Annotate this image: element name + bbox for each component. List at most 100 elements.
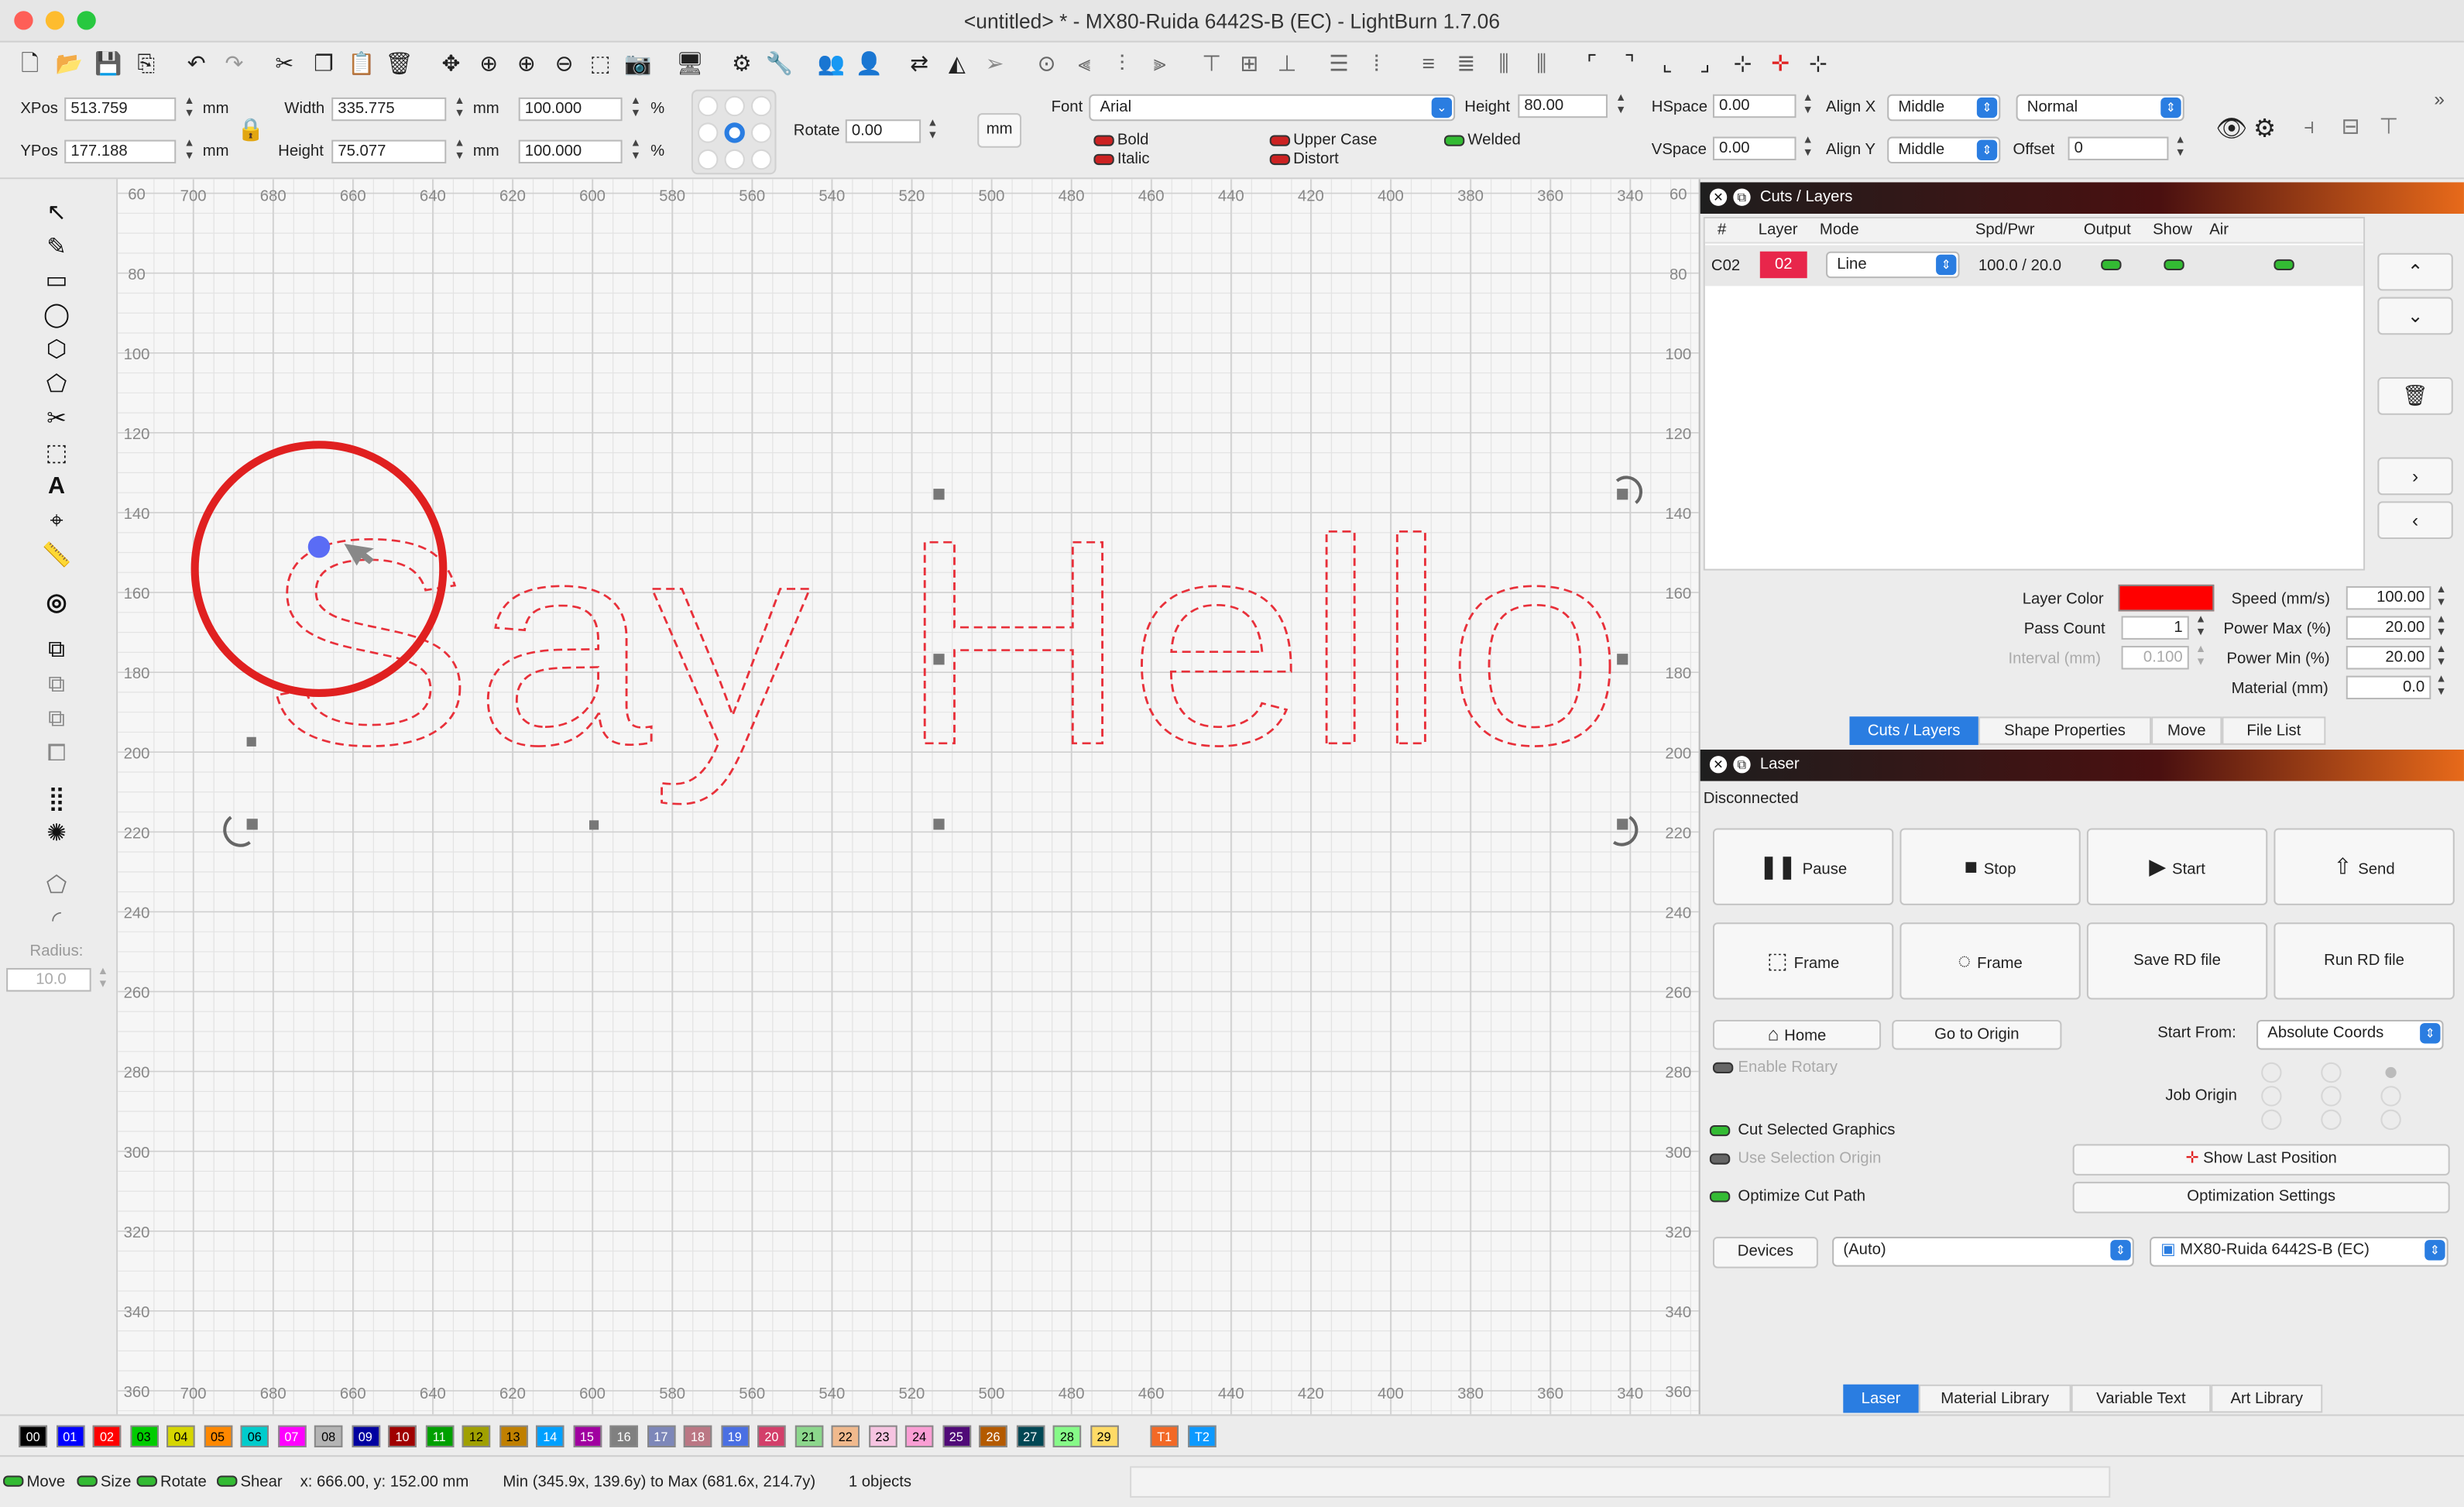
palette-swatch-09[interactable]: 09 <box>351 1425 380 1447</box>
tab-art-library[interactable]: Art Library <box>2211 1384 2323 1413</box>
palette-swatch-25[interactable]: 25 <box>942 1425 971 1447</box>
palette-swatch-24[interactable]: 24 <box>904 1425 934 1447</box>
font-height-spinner[interactable]: ▲ ▼ <box>1614 93 1628 118</box>
palette-swatch-18[interactable]: 18 <box>683 1425 712 1447</box>
output-toggle[interactable] <box>2101 259 2122 271</box>
font-height-field[interactable]: 80.00 <box>1518 94 1608 118</box>
align-x-select[interactable]: Middle ⇕ <box>1887 94 2001 122</box>
palette-swatch-t2[interactable]: T2 <box>1188 1425 1217 1447</box>
close-window-button[interactable] <box>14 11 33 30</box>
ellipse-tool-icon[interactable]: ◯ <box>41 300 73 332</box>
font-select[interactable]: Arial ⌄ <box>1089 94 1456 122</box>
monitor-icon[interactable]: 🖥 <box>676 49 705 77</box>
bold-checkbox[interactable] <box>1093 135 1114 146</box>
tab-variable-text[interactable]: Variable Text <box>2071 1384 2212 1413</box>
offset-spinner[interactable]: ▲ ▼ <box>2174 136 2188 160</box>
italic-checkbox[interactable] <box>1093 153 1114 166</box>
material-field[interactable]: 0.0 <box>2346 675 2431 700</box>
scale-y-spinner[interactable]: ▲ ▼ <box>629 139 643 163</box>
pause-button[interactable]: ❚❚ Pause <box>1712 828 1894 905</box>
table-row[interactable]: C02 02 Line ⇕ 100.0 / 20.0 <box>1704 245 2364 287</box>
new-file-icon[interactable]: 🗋 <box>15 49 44 77</box>
pan-icon[interactable]: ✥ <box>437 49 465 77</box>
grid-array-icon[interactable]: ⣿ <box>41 784 73 816</box>
cut-icon[interactable]: ✂ <box>270 49 299 77</box>
palette-swatch-03[interactable]: 03 <box>129 1425 158 1447</box>
hspace-field[interactable]: 0.00 <box>1712 94 1797 118</box>
round-corner-icon[interactable]: ◜ <box>41 905 73 937</box>
distribute-h-icon[interactable]: ☰ <box>1325 49 1354 77</box>
copy-icon[interactable]: ❐ <box>310 49 338 77</box>
palette-swatch-28[interactable]: 28 <box>1052 1425 1082 1447</box>
tab-cuts-layers[interactable]: Cuts / Layers <box>1849 716 1978 745</box>
palette-swatch-00[interactable]: 00 <box>19 1425 47 1447</box>
palette-swatch-02[interactable]: 02 <box>92 1425 122 1447</box>
rotate-spinner[interactable]: ▲ ▼ <box>925 118 939 142</box>
space-h-icon[interactable]: ⫼ <box>1490 49 1519 77</box>
tab-shape-properties[interactable]: Shape Properties <box>1978 716 2152 745</box>
polygon-tool-icon[interactable]: ⬡ <box>41 335 73 366</box>
pass-count-field[interactable]: 1 <box>2121 616 2189 640</box>
xpos-spinner[interactable]: ▲ ▼ <box>182 96 196 121</box>
rotary-icon[interactable]: ⊙ <box>1032 49 1061 77</box>
offset-shapes-icon[interactable]: ◎ <box>41 588 73 620</box>
scale-x-field[interactable]: 100.000 <box>518 97 623 122</box>
align-middle-icon[interactable]: ⊞ <box>1235 49 1264 77</box>
rotate-arrow-bottom-left-icon[interactable] <box>223 815 251 847</box>
mirror-horizontal-icon[interactable]: ⇄ <box>905 49 934 77</box>
group-icon[interactable]: 👥 <box>817 49 846 77</box>
close-icon[interactable]: ✕ <box>1709 188 1728 206</box>
units-toggle-button[interactable]: mm <box>977 113 1022 148</box>
interval-spinner[interactable]: ▲ ▼ <box>2194 644 2208 669</box>
use-selection-origin-toggle[interactable] <box>1709 1153 1731 1165</box>
speed-spinner[interactable]: ▲ ▼ <box>2434 585 2448 609</box>
device-select[interactable]: ▣ MX80-Ruida 6442S-B (EC) ⇕ <box>2150 1237 2449 1267</box>
enable-rotary-toggle[interactable] <box>1712 1062 1734 1074</box>
palette-swatch-08[interactable]: 08 <box>314 1425 343 1447</box>
move-layer-down-button[interactable]: ⌄ <box>2377 297 2453 335</box>
job-origin-selector[interactable] <box>2256 1059 2414 1135</box>
pass-count-spinner[interactable]: ▲ ▼ <box>2194 614 2208 639</box>
hspace-spinner[interactable]: ▲ ▼ <box>1801 93 1815 118</box>
zoom-out-icon[interactable]: ⊖ <box>550 49 578 77</box>
position-pin-icon[interactable]: ⌖ <box>41 506 73 537</box>
space-v-icon[interactable]: ⫼ <box>1527 49 1556 77</box>
palette-swatch-12[interactable]: 12 <box>462 1425 491 1447</box>
palette-swatch-t1[interactable]: T1 <box>1150 1425 1179 1447</box>
line-tool-icon[interactable]: ⬠ <box>41 369 73 401</box>
height-field[interactable]: 75.077 <box>331 139 447 164</box>
open-file-icon[interactable]: 📂 <box>55 49 84 77</box>
palette-swatch-01[interactable]: 01 <box>56 1425 84 1447</box>
palette-swatch-22[interactable]: 22 <box>831 1425 860 1447</box>
palette-swatch-23[interactable]: 23 <box>868 1425 897 1447</box>
show-last-position-button[interactable]: ✛ Show Last Position <box>2072 1144 2450 1176</box>
show-toggle[interactable] <box>2164 259 2184 271</box>
palette-swatch-19[interactable]: 19 <box>720 1425 749 1447</box>
save-file-icon[interactable]: 💾 <box>94 49 123 77</box>
palette-swatch-14[interactable]: 14 <box>535 1425 565 1447</box>
laser-machine-icon[interactable]: ⚙ <box>2253 113 2285 145</box>
frame-button[interactable]: ⬚ Frame <box>1712 922 1894 1000</box>
align-y-select[interactable]: Middle ⇕ <box>1887 136 2001 164</box>
redo-icon[interactable]: ↷ <box>220 49 249 77</box>
center-v-icon[interactable]: ⊤ <box>2379 113 2404 145</box>
tab-laser[interactable]: Laser <box>1843 1384 1919 1413</box>
center-icon[interactable]: ⊹ <box>1728 49 1757 77</box>
layer-color-swatch[interactable] <box>2118 584 2215 612</box>
port-select[interactable]: (Auto) ⇕ <box>1832 1237 2134 1267</box>
minimize-window-button[interactable] <box>45 11 65 30</box>
palette-swatch-27[interactable]: 27 <box>1015 1425 1045 1447</box>
frame-circle-button[interactable]: ◌ Frame <box>1899 922 2081 1000</box>
palette-swatch-10[interactable]: 10 <box>388 1425 417 1447</box>
xpos-field[interactable]: 513.759 <box>64 97 177 122</box>
move-toggle[interactable] <box>3 1475 24 1487</box>
palette-swatch-15[interactable]: 15 <box>572 1425 602 1447</box>
laser-position-icon[interactable]: ✛ <box>1766 49 1795 77</box>
go-to-origin-button[interactable]: Go to Origin <box>1892 1020 2062 1050</box>
width-spinner[interactable]: ▲ ▼ <box>452 96 466 121</box>
center-h-icon[interactable]: ⊟ <box>2342 113 2366 145</box>
palette-swatch-04[interactable]: 04 <box>166 1425 195 1447</box>
run-rd-button[interactable]: Run RD file <box>2274 922 2455 1000</box>
handle-bottom-left[interactable] <box>246 819 258 830</box>
float-icon[interactable]: ⧉ <box>1733 756 1751 774</box>
